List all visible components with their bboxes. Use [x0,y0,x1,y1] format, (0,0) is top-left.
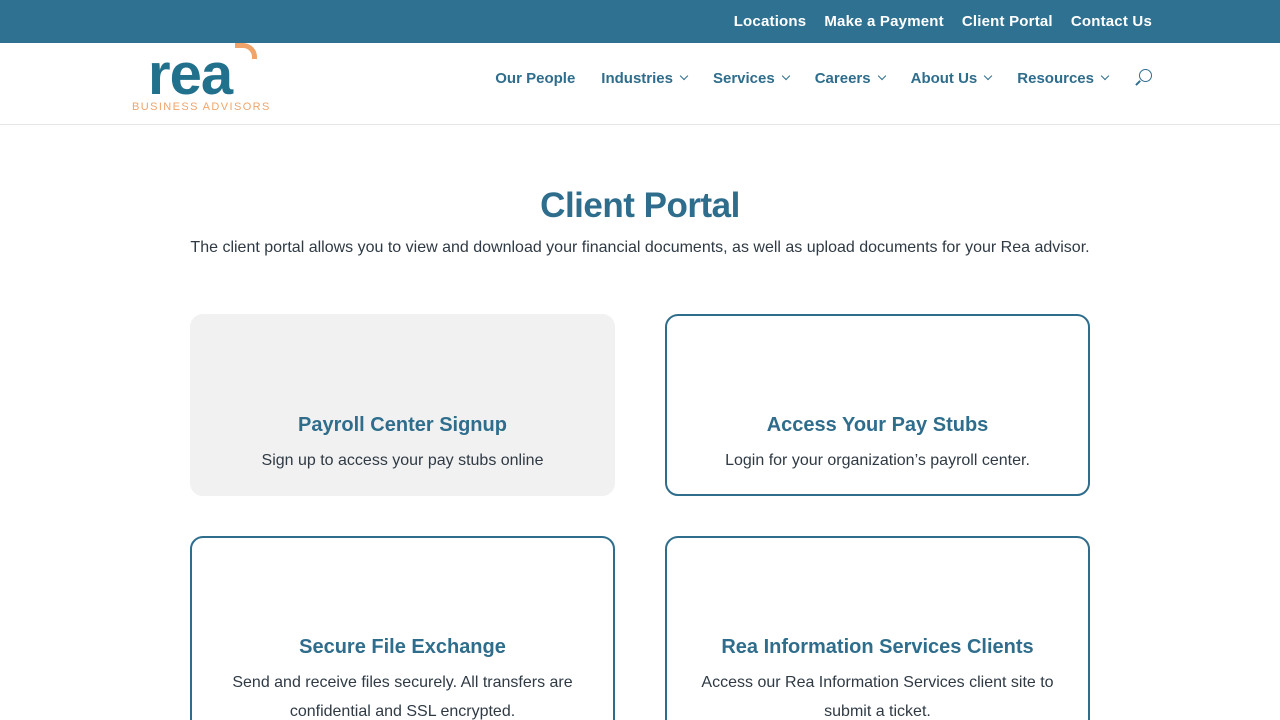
page-intro: The client portal allows you to view and… [190,239,1090,256]
chevron-down-icon [984,71,993,81]
site-logo[interactable]: rea BUSINESS ADVISORS [131,42,269,123]
nav-item-label: Industries [601,69,673,87]
logo-accent-mark [235,43,257,59]
nav-item-resources[interactable]: Resources [1017,69,1110,87]
nav-item-our-people[interactable]: Our People [495,70,575,87]
card-description: Login for your organization’s payroll ce… [725,452,1030,469]
utility-bar: Locations Make a Payment Client Portal C… [0,0,1280,43]
chevron-down-icon [877,71,886,81]
card-description: Sign up to access your pay stubs online [261,452,544,469]
card-title: Rea Information Services Clients [721,636,1034,658]
nav-item-label: Careers [814,69,871,87]
nav-item-services[interactable]: Services [712,69,790,87]
nav-item-industries[interactable]: Industries [601,69,689,87]
nav-item-label: Services [712,69,775,87]
card-access-your-pay-stubs[interactable]: Access Your Pay Stubs Login for your org… [665,314,1090,496]
utility-link-contact-us[interactable]: Contact Us [1071,13,1152,30]
card-payroll-center-signup[interactable]: Payroll Center Signup Sign up to access … [190,314,615,496]
main-header: rea BUSINESS ADVISORS Our People Industr… [0,43,1280,125]
chevron-down-icon [781,71,790,81]
card-description: Access our Rea Information Services clie… [701,674,1054,720]
page-title: Client Portal [540,186,740,225]
nav-item-label: About Us [910,69,978,87]
nav-item-careers[interactable]: Careers [814,69,886,87]
card-title: Payroll Center Signup [298,414,507,436]
primary-nav: Our People Industries Services Careers A… [469,43,1152,113]
chevron-down-icon [1100,71,1110,81]
logo-wordmark: rea [148,42,233,107]
utility-link-make-a-payment[interactable]: Make a Payment [824,13,944,30]
nav-item-about-us[interactable]: About Us [910,69,993,87]
card-title: Access Your Pay Stubs [766,414,989,436]
utility-nav: Locations Make a Payment Client Portal C… [734,0,1152,43]
search-icon[interactable] [1134,69,1152,87]
utility-link-client-portal[interactable]: Client Portal [962,13,1053,30]
card-description: Send and receive files securely. All tra… [232,674,573,720]
search-icon-ring [1139,69,1152,82]
card-secure-file-exchange[interactable]: Secure File Exchange Send and receive fi… [190,536,615,720]
card-rea-information-services-clients[interactable]: Rea Information Services Clients Access … [665,536,1090,720]
card-title: Secure File Exchange [299,636,506,658]
logo-subtitle: BUSINESS ADVISORS [132,101,271,113]
chevron-down-icon [679,71,689,81]
nav-item-label: Our People [495,69,576,87]
nav-item-label: Resources [1017,69,1094,87]
search-icon-handle [1135,80,1141,86]
utility-link-locations[interactable]: Locations [734,13,807,30]
